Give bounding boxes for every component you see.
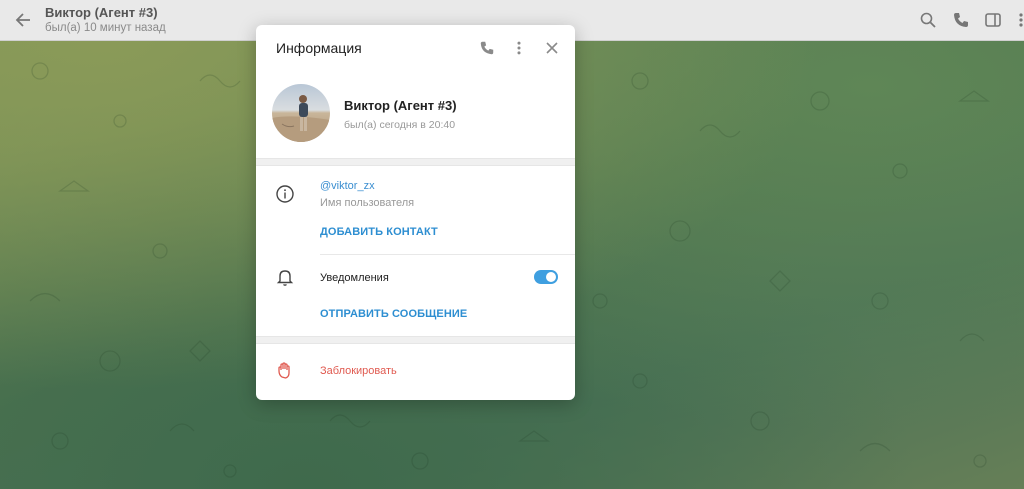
username-label: Имя пользователя bbox=[320, 197, 415, 209]
more-icon[interactable] bbox=[1012, 11, 1024, 29]
notifications-label: Уведомления bbox=[320, 272, 389, 284]
dialog-header: Информация bbox=[256, 25, 575, 71]
toggle-knob bbox=[546, 272, 556, 282]
close-button[interactable] bbox=[541, 37, 563, 59]
profile-status: был(а) сегодня в 20:40 bbox=[344, 119, 456, 131]
send-message-button[interactable]: ОТПРАВИТЬ СООБЩЕНИЕ bbox=[320, 308, 467, 320]
profile-name: Виктор (Агент #3) bbox=[344, 98, 457, 113]
close-icon bbox=[546, 42, 558, 54]
section-divider bbox=[256, 158, 575, 166]
phone-icon[interactable] bbox=[952, 11, 970, 29]
info-icon bbox=[274, 183, 296, 205]
section-divider bbox=[256, 336, 575, 344]
phone-icon bbox=[480, 41, 494, 55]
row-divider bbox=[320, 254, 575, 255]
profile-section: Виктор (Агент #3) был(а) сегодня в 20:40 bbox=[256, 75, 575, 159]
call-button[interactable] bbox=[476, 37, 498, 59]
user-info-dialog: Информация Виктор (Агент #3) был(а) сего… bbox=[256, 25, 575, 400]
block-button[interactable]: Заблокировать bbox=[320, 365, 397, 377]
search-icon[interactable] bbox=[919, 11, 937, 29]
chat-title[interactable]: Виктор (Агент #3) bbox=[45, 5, 158, 20]
back-arrow-icon[interactable] bbox=[14, 10, 34, 30]
username-value[interactable]: @viktor_zx bbox=[320, 180, 375, 192]
avatar[interactable] bbox=[272, 84, 330, 142]
more-vertical-icon bbox=[517, 41, 521, 55]
sidebar-toggle-icon[interactable] bbox=[984, 11, 1002, 29]
bell-icon bbox=[274, 266, 296, 288]
block-hand-icon bbox=[274, 360, 296, 382]
chat-status: был(а) 10 минут назад bbox=[45, 22, 166, 34]
add-contact-button[interactable]: ДОБАВИТЬ КОНТАКТ bbox=[320, 226, 438, 238]
dialog-title: Информация bbox=[276, 40, 362, 56]
more-options-button[interactable] bbox=[508, 37, 530, 59]
notifications-toggle[interactable] bbox=[534, 270, 558, 284]
